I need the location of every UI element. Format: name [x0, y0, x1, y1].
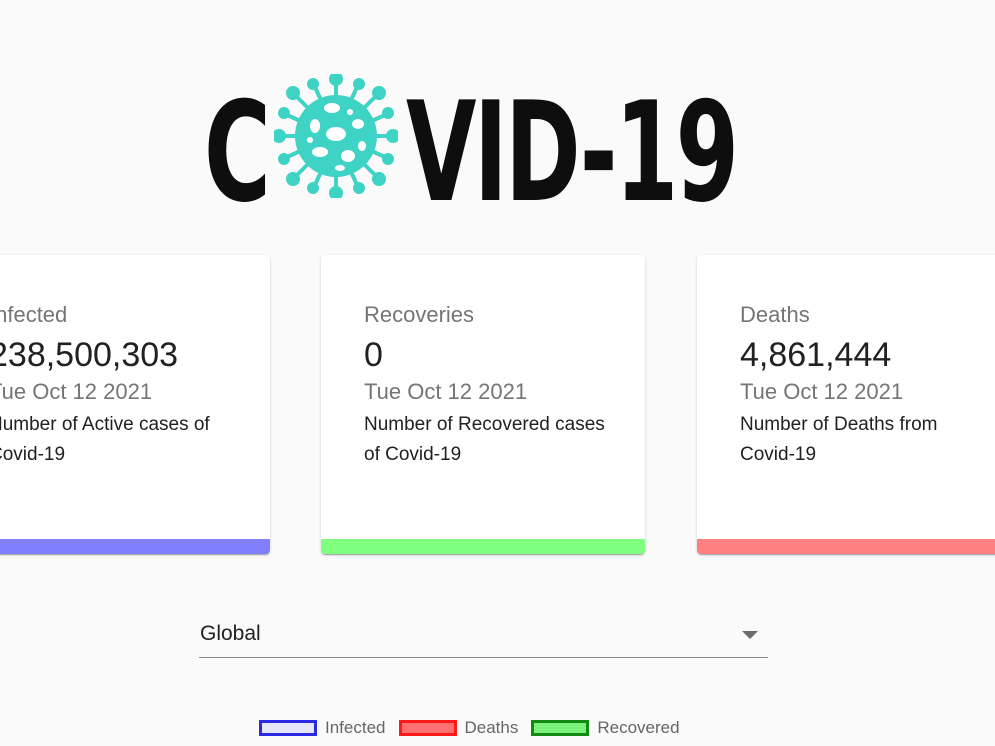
legend-label: Recovered [597, 718, 680, 737]
card-color-bar [697, 539, 995, 554]
card-description: Number of Active cases of Covid-19 [0, 414, 210, 465]
country-select[interactable]: Global [199, 616, 768, 658]
card-date: Tue Oct 12 2021 [0, 379, 153, 404]
card-value: 0 [364, 336, 383, 374]
chart-legend: Infected Deaths Recovered [259, 716, 693, 740]
card-title: Deaths [740, 302, 810, 327]
card-date: Tue Oct 12 2021 [364, 379, 528, 404]
legend-label: Deaths [464, 718, 519, 737]
deaths-card: Deaths 4,861,444 Tue Oct 12 2021 Number … [697, 255, 995, 554]
legend-item-recovered[interactable]: Recovered [531, 718, 680, 738]
legend-label: Infected [325, 718, 386, 737]
legend-swatch [531, 720, 590, 736]
legend-item-deaths[interactable]: Deaths [398, 718, 519, 738]
legend-swatch [259, 720, 317, 736]
legend-item-infected[interactable]: Infected [259, 718, 386, 738]
infected-card: Infected 238,500,303 Tue Oct 12 2021 Num… [0, 255, 270, 554]
card-description: Number of Deaths from Covid-19 [740, 414, 938, 465]
card-title: Infected [0, 302, 68, 327]
card-color-bar [0, 539, 270, 554]
card-date: Tue Oct 12 2021 [740, 379, 904, 404]
page: C VID-19 nfected 238,500,303 Tue Oct 12 … [0, 0, 995, 746]
card-description: Number of Recovered cases of Covid-19 [364, 414, 605, 465]
legend-swatch [398, 720, 457, 736]
recoveries-card: Recoveries 0 Tue Oct 12 2021 Number of R… [321, 255, 645, 554]
card-title: Recoveries [364, 302, 475, 327]
card-value: 238,500,303 [0, 336, 179, 374]
logo-text-vid-19: VID-19 [406, 72, 739, 233]
country-select-value: Global [200, 622, 261, 645]
virus-icon [274, 74, 398, 198]
card-value: 4,861,444 [740, 336, 892, 374]
logo-letter-c: C [204, 72, 271, 233]
card-color-bar [321, 539, 645, 554]
dropdown-arrow-icon[interactable] [742, 631, 758, 639]
